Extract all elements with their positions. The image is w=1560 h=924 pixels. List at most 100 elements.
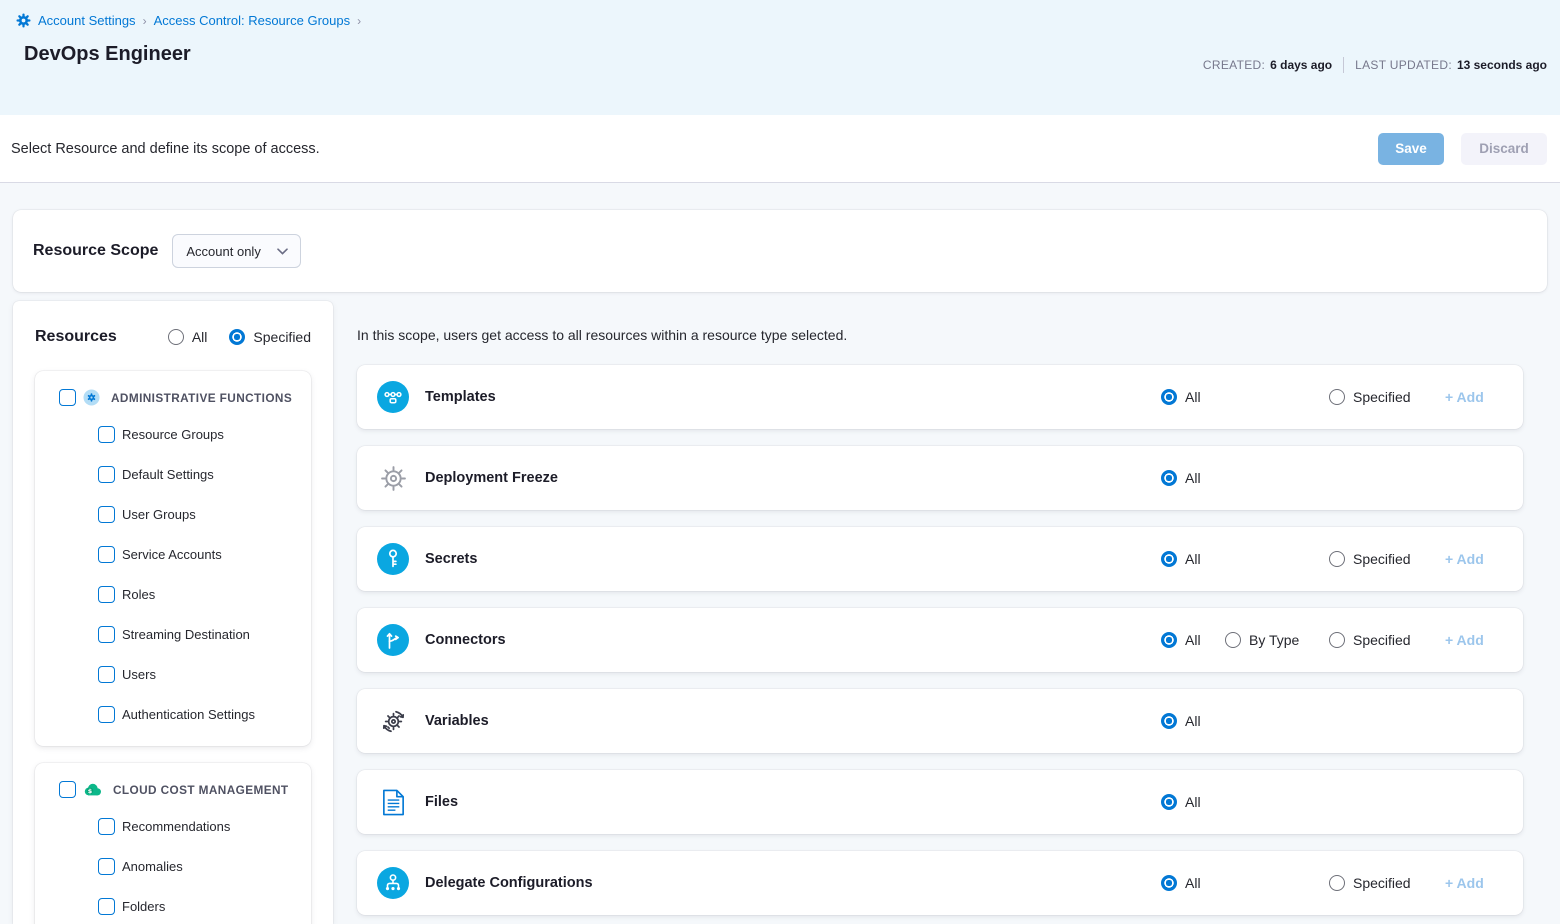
checkbox-resource-groups[interactable] [98, 426, 115, 443]
radio-specified-connectors[interactable]: Specified [1329, 632, 1445, 648]
checkbox-user-groups[interactable] [98, 506, 115, 523]
item-label-folders: Folders [122, 899, 165, 914]
radio-control-specified[interactable] [1329, 389, 1345, 405]
checkbox-recommendations[interactable] [98, 818, 115, 835]
row-controls: All Specified+ Add [1161, 875, 1483, 891]
row-controls: All [1161, 794, 1483, 810]
radio-control-all[interactable] [1161, 713, 1177, 729]
row-controls: All [1161, 713, 1483, 729]
checkbox-users[interactable] [98, 666, 115, 683]
radio-label-all: All [1185, 794, 1201, 810]
radio-control-specified[interactable] [1329, 551, 1345, 567]
group-header-administrative-functions: ADMINISTRATIVE FUNCTIONS [59, 389, 301, 406]
radio-specified-templates[interactable]: Specified [1329, 389, 1445, 405]
group-label-cloud-cost-management: CLOUD COST MANAGEMENT [113, 783, 289, 797]
breadcrumb-resource-groups[interactable]: Access Control: Resource Groups [154, 13, 351, 28]
checkbox-streaming-destination[interactable] [98, 626, 115, 643]
radio-control-all[interactable] [1161, 389, 1177, 405]
files-icon [377, 786, 409, 818]
add-button-delegate-configurations[interactable]: + Add [1445, 875, 1483, 891]
item-label-resource-groups: Resource Groups [122, 427, 224, 442]
radio-all-variables[interactable]: All [1161, 713, 1225, 729]
sidebar-header: Resources All Specified [35, 328, 311, 346]
radio-all-files[interactable]: All [1161, 794, 1225, 810]
item-label-service-accounts: Service Accounts [122, 547, 222, 562]
sidebar-item-folders[interactable]: Folders [59, 886, 301, 924]
breadcrumb-account-settings[interactable]: Account Settings [38, 13, 136, 28]
variables-icon [377, 705, 409, 737]
item-label-streaming-destination: Streaming Destination [122, 627, 250, 642]
sidebar-item-authentication-settings[interactable]: Authentication Settings [59, 694, 301, 734]
row-title-variables: Variables [425, 713, 489, 729]
sidebar-item-default-settings[interactable]: Default Settings [59, 454, 301, 494]
row-controls: All By Type Specified + Add [1161, 632, 1483, 648]
radio-specified-delegate-configurations[interactable]: Specified [1329, 875, 1445, 891]
cloud-cost-icon: $ [83, 782, 102, 797]
sidebar-item-resource-groups[interactable]: Resource Groups [59, 414, 301, 454]
row-title-deployment-freeze: Deployment Freeze [425, 470, 558, 486]
radio-all-templates[interactable]: All [1161, 389, 1225, 405]
add-button-connectors[interactable]: + Add [1445, 632, 1483, 648]
radio-control-all[interactable] [1161, 551, 1177, 567]
add-button-secrets[interactable]: + Add [1445, 551, 1483, 567]
deployment-freeze-icon [377, 462, 409, 494]
radio-all-control[interactable] [168, 329, 184, 345]
radio-specified[interactable]: Specified [229, 329, 311, 345]
resource-scope-selected-value: Account only [186, 244, 260, 259]
checkbox-anomalies[interactable] [98, 858, 115, 875]
radio-control-specified[interactable] [1329, 632, 1345, 648]
radio-control-all[interactable] [1161, 875, 1177, 891]
radio-all[interactable]: All [168, 329, 208, 345]
resources-title: Resources [35, 328, 117, 346]
resource-scope-dropdown[interactable]: Account only [172, 234, 300, 268]
page-header: Account Settings › Access Control: Resou… [0, 0, 1560, 115]
checkbox-authentication-settings[interactable] [98, 706, 115, 723]
checkbox-cloud-cost-management[interactable] [59, 781, 76, 798]
checkbox-default-settings[interactable] [98, 466, 115, 483]
radio-all-connectors[interactable]: All [1161, 632, 1225, 648]
sidebar-item-streaming-destination[interactable]: Streaming Destination [59, 614, 301, 654]
checkbox-service-accounts[interactable] [98, 546, 115, 563]
radio-specified-label: Specified [253, 329, 311, 345]
group-card-cloud-cost-management: $ CLOUD COST MANAGEMENT Recommendations Ano… [35, 763, 311, 924]
radio-label-all: All [1185, 875, 1201, 891]
radio-specified-secrets[interactable]: Specified [1329, 551, 1445, 567]
sidebar-item-anomalies[interactable]: Anomalies [59, 846, 301, 886]
checkbox-administrative-functions[interactable] [59, 389, 76, 406]
created-value: 6 days ago [1270, 58, 1332, 72]
sidebar-item-service-accounts[interactable]: Service Accounts [59, 534, 301, 574]
secrets-icon [377, 543, 409, 575]
row-controls: All [1161, 470, 1483, 486]
sidebar-item-recommendations[interactable]: Recommendations [59, 806, 301, 846]
radio-control-all[interactable] [1161, 794, 1177, 810]
sidebar-item-user-groups[interactable]: User Groups [59, 494, 301, 534]
save-button[interactable]: Save [1378, 133, 1444, 165]
radio-control-all[interactable] [1161, 470, 1177, 486]
resource-row-variables: Variables All [357, 689, 1523, 753]
discard-button[interactable]: Discard [1461, 133, 1547, 165]
sidebar-item-users[interactable]: Users [59, 654, 301, 694]
templates-icon [377, 381, 409, 413]
checkbox-folders[interactable] [98, 898, 115, 915]
resource-row-deployment-freeze: Deployment Freeze All [357, 446, 1523, 510]
resource-row-secrets: SecretsAllSpecified+ Add [357, 527, 1523, 591]
radio-label-specified: Specified [1353, 632, 1411, 648]
radio-specified-control[interactable] [229, 329, 245, 345]
checkbox-roles[interactable] [98, 586, 115, 603]
group-card-administrative-functions: ADMINISTRATIVE FUNCTIONS Resource Groups D… [35, 371, 311, 746]
radio-control-specified[interactable] [1329, 875, 1345, 891]
sidebar-item-roles[interactable]: Roles [59, 574, 301, 614]
content-area: Resource Scope Account only Resources Al… [0, 183, 1560, 924]
radio-label-all: All [1185, 632, 1201, 648]
radio-control-by-type[interactable] [1225, 632, 1241, 648]
radio-all-delegate-configurations[interactable]: All [1161, 875, 1225, 891]
radio-by-type-connectors[interactable]: By Type [1225, 632, 1329, 648]
add-button-templates[interactable]: + Add [1445, 389, 1483, 405]
created-label: CREATED: [1203, 58, 1265, 72]
radio-all-deployment-freeze[interactable]: All [1161, 470, 1225, 486]
settings-gear-icon [16, 13, 31, 28]
radio-label-all: All [1185, 470, 1201, 486]
item-label-recommendations: Recommendations [122, 819, 230, 834]
radio-all-secrets[interactable]: All [1161, 551, 1225, 567]
radio-control-all[interactable] [1161, 632, 1177, 648]
